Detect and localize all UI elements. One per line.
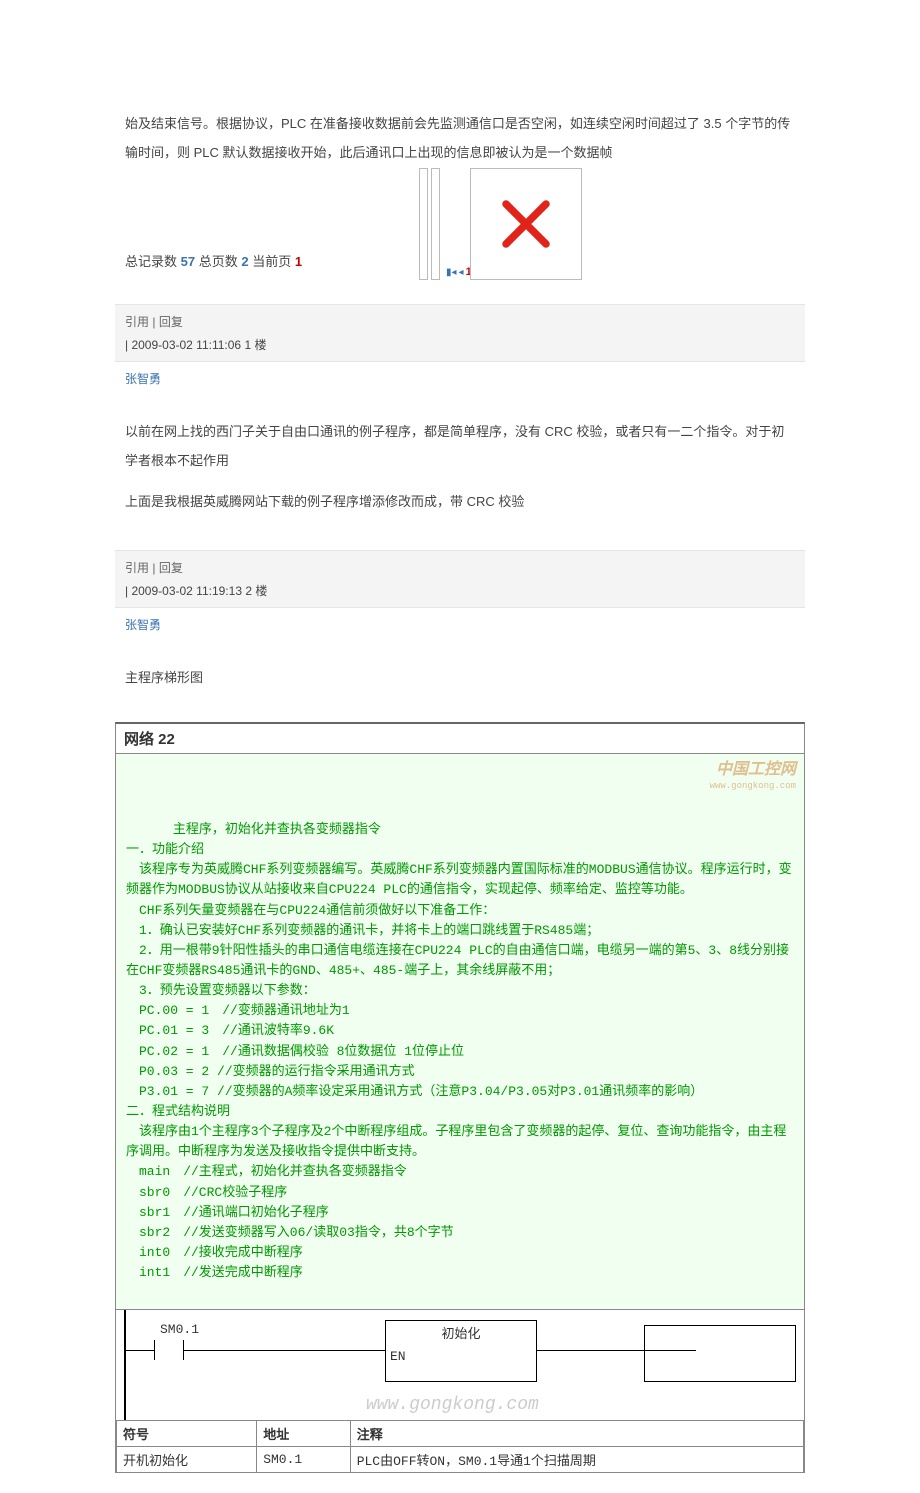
label-pages: 总页数 bbox=[199, 254, 238, 269]
reply1-body: 以前在网上找的西门子关于自由口通讯的例子程序，都是简单程序，没有 CRC 校验，… bbox=[125, 391, 795, 536]
th-comment: 注释 bbox=[350, 1421, 803, 1447]
quote-link[interactable]: 引用 bbox=[125, 315, 149, 329]
function-block: 初始化 EN bbox=[385, 1320, 537, 1382]
td-comment: PLC由OFF转ON，SM0.1导通1个扫描周期 bbox=[350, 1447, 803, 1473]
th-symbol: 符号 bbox=[117, 1421, 257, 1447]
records-count: 57 bbox=[181, 254, 195, 269]
current-page: 1 bbox=[295, 254, 302, 269]
reply2-time: 2009-03-02 11:19:13 bbox=[131, 584, 242, 598]
reply1-username[interactable]: 张智勇 bbox=[125, 370, 795, 387]
pager-thumb-mid bbox=[431, 168, 440, 280]
label-records: 总记录数 bbox=[125, 254, 177, 269]
reply2-title: 主程序梯形图 bbox=[125, 664, 795, 693]
quote-link-2[interactable]: 引用 bbox=[125, 561, 149, 575]
sep: | bbox=[149, 315, 159, 329]
reply2-body: 主程序梯形图 bbox=[125, 637, 795, 712]
broken-image-icon bbox=[496, 194, 556, 254]
contact-label-sm01: SM0.1 bbox=[160, 1322, 199, 1337]
pager-first-button[interactable]: ▮◂ bbox=[446, 267, 457, 278]
post-intro-text: 始及结束信号。根据协议，PLC 在准备接收数据前会先监测通信口是否空闲，如连续空… bbox=[125, 110, 795, 167]
reply1-p2: 上面是我根据英威腾网站下载的例子程序增添修改而成，带 CRC 校验 bbox=[125, 488, 795, 517]
reply1-p1: 以前在网上找的西门子关于自由口通讯的例子程序，都是简单程序，没有 CRC 校验，… bbox=[125, 418, 795, 475]
right-empty-box bbox=[644, 1325, 796, 1382]
sep-2: | bbox=[149, 561, 159, 575]
ladder-left-rail bbox=[124, 1310, 126, 1420]
reply-link-2[interactable]: 回复 bbox=[159, 561, 183, 575]
watermark-mid: www.gongkong.com bbox=[366, 1395, 539, 1415]
th-address: 地址 bbox=[257, 1421, 350, 1447]
pager-prev-button[interactable]: ◂ bbox=[459, 267, 464, 278]
record-info: 总记录数 57 总页数 2 当前页 1 bbox=[125, 251, 302, 270]
diagram-comment: 中国工控网 www.gongkong.com 主程序，初始化并查执各变频器指令 … bbox=[116, 754, 804, 1310]
wire-pre-contact bbox=[126, 1350, 154, 1351]
reply2-meta: 引用 | 回复 | 2009-03-02 11:19:13 2 楼 bbox=[115, 550, 805, 608]
diagram-comment-text: 主程序，初始化并查执各变频器指令 一．功能介绍 该程序专为英威腾CHF系列变频器… bbox=[126, 822, 792, 1280]
contact-symbol bbox=[154, 1340, 184, 1360]
ladder-graphic: SM0.1 初始化 EN www.gongkong.com bbox=[116, 1309, 804, 1420]
label-current: 当前页 bbox=[252, 254, 291, 269]
network-title: 网络 22 bbox=[116, 724, 804, 754]
reply2-username[interactable]: 张智勇 bbox=[125, 616, 795, 633]
wire-post-contact bbox=[184, 1350, 385, 1351]
reply2-floor: 2 楼 bbox=[242, 584, 267, 598]
block-en-label: EN bbox=[390, 1349, 406, 1364]
reply1-floor: 1 楼 bbox=[241, 338, 266, 352]
reply1-meta: 引用 | 回复 | 2009-03-02 11:11:06 1 楼 bbox=[115, 304, 805, 362]
broken-image-placeholder bbox=[470, 168, 582, 280]
symbol-table: 符号 地址 注释 开机初始化 SM0.1 PLC由OFF转ON，SM0.1导通1… bbox=[116, 1420, 804, 1473]
td-symbol: 开机初始化 bbox=[117, 1447, 257, 1473]
block-title: 初始化 bbox=[386, 1321, 536, 1344]
reply-link[interactable]: 回复 bbox=[159, 315, 183, 329]
pager-thumb-left bbox=[419, 168, 428, 280]
reply1-time: 2009-03-02 11:11:06 bbox=[131, 338, 241, 352]
watermark-url: www.gongkong.com bbox=[710, 780, 796, 794]
pages-count: 2 bbox=[241, 254, 248, 269]
ladder-diagram: 网络 22 中国工控网 www.gongkong.com 主程序，初始化并查执各… bbox=[115, 722, 805, 1474]
td-address: SM0.1 bbox=[257, 1447, 350, 1473]
pagination-row: 总记录数 57 总页数 2 当前页 1 ▮◂ ◂ 1 2 ▸ ▸▮ bbox=[125, 175, 795, 290]
